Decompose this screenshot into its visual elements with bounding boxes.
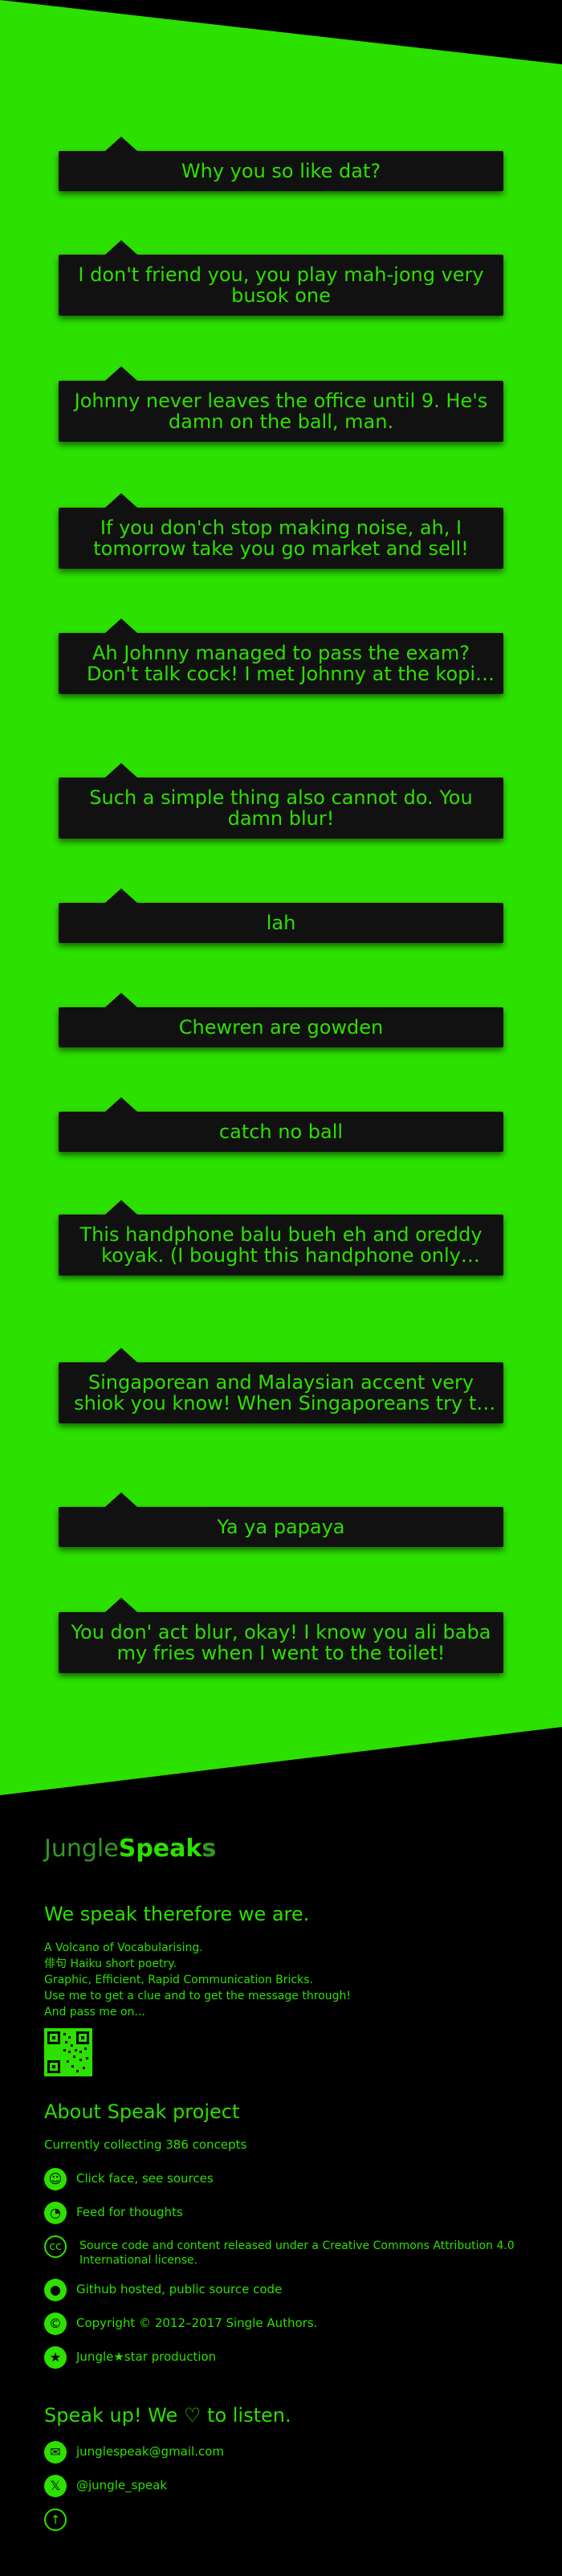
- jungle-star-icon: ★: [44, 2346, 67, 2369]
- speak-card-text: lah: [266, 912, 296, 933]
- speak-card[interactable]: lah: [59, 888, 503, 943]
- speak-card-text: Ya ya papaya: [217, 1517, 345, 1537]
- about-item-text: Feed for thoughts: [76, 2205, 183, 2219]
- speak-card-arrow: [105, 1598, 137, 1612]
- about-item[interactable]: © Copyright © 2012–2017 Single Authors.: [44, 2313, 526, 2335]
- speak-card[interactable]: Johnny never leaves the office until 9. …: [59, 366, 503, 442]
- about-item-text: Github hosted, public source code: [76, 2282, 283, 2296]
- scroll-top-button[interactable]: ↑: [44, 2509, 67, 2531]
- email-address: junglespeak@gmail.com: [76, 2444, 225, 2459]
- speak-card-arrow: [105, 1348, 137, 1362]
- about-item-text: Source code and content released under a…: [79, 2239, 515, 2267]
- speak-card[interactable]: You don' act blur, okay! I know you ali …: [59, 1598, 503, 1673]
- qr-code-svg: [44, 2028, 92, 2076]
- github-icon: ●: [44, 2279, 67, 2301]
- footer: JungleSpeaks We speak therefore we are. …: [0, 1727, 562, 2576]
- twitter-handle: @jungle_speak: [76, 2478, 168, 2492]
- qr-code-image: [44, 2028, 92, 2076]
- description-line: Graphic, Efficient, Rapid Communication …: [44, 1974, 313, 1986]
- email-icon: ✉: [44, 2441, 67, 2464]
- description-line: Use me to get a clue and to get the mess…: [44, 1990, 351, 2002]
- arrow-up-icon: ↑: [50, 2513, 61, 2527]
- about-item[interactable]: ● Github hosted, public source code: [44, 2279, 526, 2301]
- speak-card-arrow: [105, 1492, 137, 1507]
- twitter-icon: 𝕏: [44, 2475, 67, 2497]
- speak-card[interactable]: Ah Johnny managed to pass the exam? Don'…: [59, 618, 503, 694]
- speak-card-text: catch no ball: [218, 1121, 344, 1142]
- speak-card[interactable]: catch no ball: [59, 1097, 503, 1152]
- description-block: A Volcano of Vocabularising. 俳句 Haiku sh…: [44, 1940, 526, 2020]
- about-item[interactable]: cc Source code and content released unde…: [44, 2235, 526, 2268]
- concept-count: Currently collecting 386 concepts: [44, 2137, 247, 2152]
- speak-card-text: Johnny never leaves the office until 9. …: [74, 390, 488, 432]
- about-item[interactable]: ◔ Feed for thoughts: [44, 2202, 526, 2224]
- speak-card-arrow: [105, 493, 137, 508]
- speak-card-text: You don' act blur, okay! I know you ali …: [71, 1622, 491, 1664]
- about-item[interactable]: ☺ Click face, see sources: [44, 2168, 526, 2190]
- speak-card-arrow: [105, 618, 137, 633]
- speak-card[interactable]: Such a simple thing also cannot do. You …: [59, 763, 503, 839]
- description-line: And pass me on...: [44, 2006, 145, 2019]
- tagline: We speak therefore we are.: [44, 1903, 310, 1925]
- description-line: A Volcano of Vocabularising.: [44, 1941, 203, 1954]
- speak-card-text: Ah Johnny managed to pass the exam? Don'…: [86, 643, 476, 684]
- speak-up-title: Speak up! We ♡ to listen.: [44, 2404, 291, 2427]
- twitter-contact[interactable]: 𝕏 @jungle_speak: [44, 2475, 526, 2497]
- speak-card[interactable]: Why you so like dat?: [59, 137, 503, 191]
- speak-card-text: Such a simple thing also cannot do. You …: [89, 787, 473, 829]
- about-item-text: Copyright © 2012–2017 Single Authors.: [76, 2316, 318, 2330]
- speak-card-arrow: [105, 888, 137, 903]
- speak-card-text: Why you so like dat?: [181, 161, 381, 182]
- about-item[interactable]: ★ Jungle★star production: [44, 2346, 526, 2369]
- brand-logo[interactable]: JungleSpeaks: [44, 1835, 526, 1863]
- brand-jungle: Jungle: [44, 1835, 119, 1863]
- speak-card[interactable]: I don't friend you, you play mah-jong ve…: [59, 240, 503, 316]
- speak-card-arrow: [105, 137, 137, 151]
- about-item-text: Jungle★star production: [76, 2349, 217, 2364]
- speak-card-text: Chewren are gowden: [178, 1017, 384, 1038]
- rss-icon: ◔: [44, 2202, 67, 2224]
- speak-card-arrow: [105, 240, 137, 255]
- speak-card-text: I don't friend you, you play mah-jong ve…: [78, 264, 484, 306]
- smiley-icon: ☺: [44, 2168, 67, 2190]
- cc-icon: cc: [44, 2235, 67, 2258]
- footer-content: JungleSpeaks We speak therefore we are. …: [44, 1835, 526, 2531]
- speak-card-arrow: [105, 366, 137, 381]
- speak-card[interactable]: Ya ya papaya: [59, 1492, 503, 1547]
- speak-card-arrow: [105, 1097, 137, 1112]
- speak-card[interactable]: If you don'ch stop making noise, ah, I t…: [59, 493, 503, 569]
- description-line: 俳句 Haiku short poetry.: [44, 1958, 177, 1970]
- speak-card-arrow: [105, 1200, 137, 1215]
- speak-card[interactable]: This handphone balu bueh eh and oreddy k…: [59, 1200, 503, 1276]
- speak-card[interactable]: Chewren are gowden: [59, 993, 503, 1047]
- speak-card-text: This handphone balu bueh eh and oreddy k…: [79, 1224, 483, 1266]
- speak-card-arrow: [105, 763, 137, 778]
- brand-s: s: [202, 1835, 217, 1863]
- about-title: About Speak project: [44, 2100, 240, 2123]
- about-item-text: Click face, see sources: [76, 2171, 214, 2186]
- email-contact[interactable]: ✉ junglespeak@gmail.com: [44, 2441, 526, 2464]
- speak-card-arrow: [105, 993, 137, 1007]
- speak-card-text: If you don'ch stop making noise, ah, I t…: [93, 517, 469, 559]
- speak-card[interactable]: Singaporean and Malaysian accent very sh…: [59, 1348, 503, 1423]
- speak-card-text: Singaporean and Malaysian accent very sh…: [74, 1372, 488, 1414]
- brand-speak: Speak: [118, 1835, 202, 1863]
- top-wedge-decoration: [0, 0, 562, 64]
- copyright-icon: ©: [44, 2313, 67, 2335]
